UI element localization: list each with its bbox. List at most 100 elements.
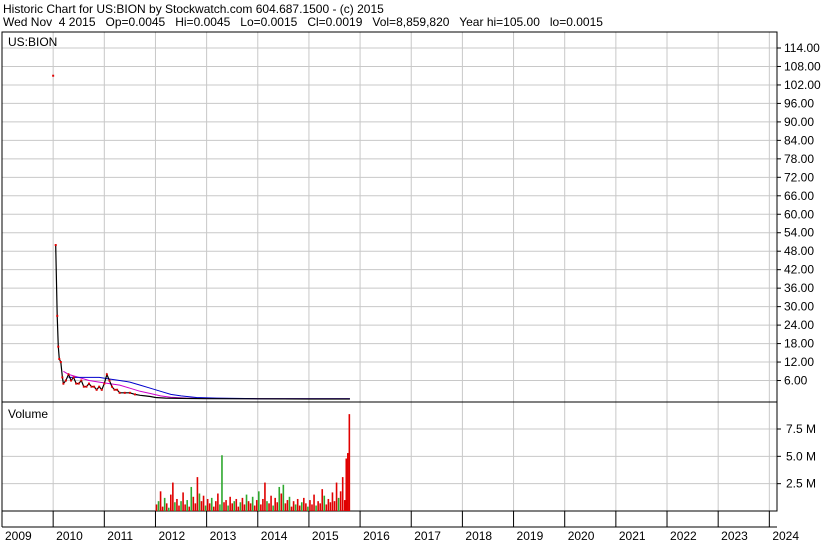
price-tick-label: 96.00 [784, 96, 814, 110]
price-tick-label: 24.00 [784, 318, 814, 332]
volume-bar [300, 502, 303, 511]
volume-bar [296, 498, 299, 511]
volume-bar [339, 491, 342, 511]
price-axis: 114.00 108.00 102.00 96.00 90.00 84.00 78.00 72… [777, 41, 821, 388]
volume-bar [233, 501, 236, 511]
volume-bar [323, 495, 326, 511]
volume-bar [237, 506, 240, 511]
volume-bar [157, 501, 160, 511]
price-point [100, 388, 103, 391]
volume-bar [284, 503, 287, 511]
year-tick-label: 2018 [465, 529, 492, 543]
volume-bar [174, 502, 176, 511]
price-point [58, 357, 61, 360]
price-point [72, 376, 75, 379]
volume-bar [327, 498, 330, 511]
volume-bar [278, 486, 281, 511]
volume-bar [239, 502, 242, 511]
year-tick-label: 2010 [56, 529, 83, 543]
price-tick-label: 72.00 [784, 170, 814, 184]
volume-bar [182, 492, 184, 511]
year-tick-label: 2022 [670, 529, 697, 543]
price-point [128, 391, 131, 394]
price-point [87, 382, 90, 385]
volume-bar [184, 504, 186, 511]
volume-bar [270, 495, 272, 511]
volume-bar [249, 503, 252, 511]
volume-bar [325, 504, 328, 511]
volume-bar [290, 506, 293, 511]
price-tick-label: 36.00 [784, 281, 814, 295]
volume-tick-label: 5.0 M [786, 449, 816, 463]
year-tick-label: 2014 [261, 529, 288, 543]
volume-bar [200, 501, 203, 511]
price-point [118, 391, 121, 394]
volume-bar [202, 495, 205, 511]
volume-bar [235, 498, 238, 511]
volume-bar [333, 501, 336, 511]
year-high-marker [52, 74, 55, 77]
volume-bar [303, 497, 305, 511]
volume-bar [341, 477, 344, 511]
volume-bar [262, 498, 264, 511]
volume-bar [170, 494, 172, 511]
volume-bar [347, 453, 349, 511]
volume-bar [206, 498, 209, 511]
price-point [61, 376, 64, 379]
stock-chart: US:BION Volume 114.00 108.00 102.00 96.00 90… [1, 31, 821, 543]
price-point [62, 382, 65, 385]
volume-bar [180, 501, 182, 511]
price-point [93, 385, 96, 388]
year-tick-label: 2009 [5, 529, 32, 543]
volume-bar [227, 505, 229, 511]
volume-bar [190, 486, 193, 511]
volume-bar [159, 491, 162, 511]
volume-bar [243, 504, 246, 511]
price-tick-label: 60.00 [784, 207, 814, 221]
volume-bar [167, 507, 170, 511]
price-point [98, 385, 101, 388]
volume-bar [315, 505, 317, 511]
volume-bar [307, 506, 309, 511]
year-axis: 2009 2010 2011 2012 2013 2014 2015 2016 2017 2018… [1, 510, 799, 543]
volume-bar [329, 502, 332, 511]
price-tick-label: 42.00 [784, 263, 814, 277]
volume-bar [204, 505, 207, 511]
symbol-label: US:BION [8, 35, 57, 49]
volume-bar [288, 496, 291, 511]
volume-bar [178, 505, 180, 511]
volume-bar [298, 505, 301, 511]
year-tick-label: 2011 [107, 529, 133, 543]
volume-bar [294, 504, 297, 511]
volume-bar [221, 455, 223, 511]
volume-tick-label: 7.5 M [786, 422, 816, 436]
grid-lines [2, 32, 777, 511]
price-tick-label: 54.00 [784, 226, 814, 240]
price-point [82, 385, 85, 388]
year-tick-label: 2019 [517, 529, 544, 543]
price-series [52, 74, 350, 400]
volume-bar [305, 503, 307, 511]
price-point [77, 382, 80, 385]
year-tick-label: 2024 [772, 529, 799, 543]
price-point [75, 382, 78, 385]
volume-bar [251, 496, 254, 511]
price-point [134, 393, 137, 396]
volume-bar [255, 500, 258, 511]
price-point [54, 244, 57, 247]
price-point [103, 382, 106, 385]
price-tick-label: 6.00 [784, 374, 808, 388]
year-tick-label: 2020 [568, 529, 595, 543]
price-point [57, 345, 60, 348]
price-point [70, 379, 73, 382]
volume-bar [276, 502, 279, 511]
volume-bar [217, 493, 219, 511]
volume-bar [223, 502, 225, 511]
price-panel-frame [1, 31, 778, 403]
price-point [59, 361, 62, 364]
price-point [108, 379, 111, 382]
price-point [95, 388, 98, 391]
price-point [90, 385, 93, 388]
price-point [113, 388, 116, 391]
price-point [123, 391, 126, 394]
